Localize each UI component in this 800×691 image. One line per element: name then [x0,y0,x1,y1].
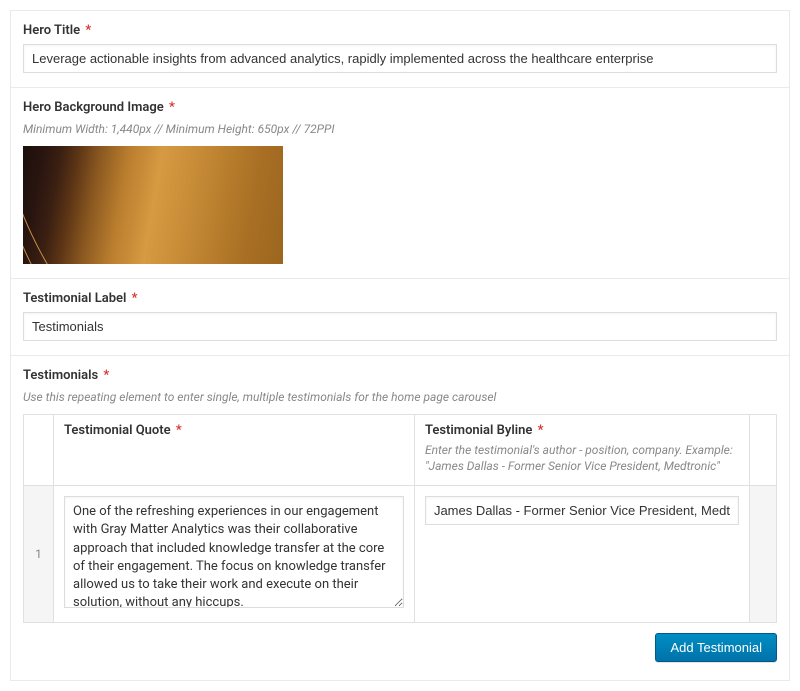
row-actions-handle[interactable] [750,486,776,622]
hero-bg-instructions: Minimum Width: 1,440px // Minimum Height… [23,121,777,138]
label-text: Testimonial Label [23,291,126,306]
col-quote-label: Testimonial Quote [64,423,171,438]
add-testimonial-button[interactable]: Add Testimonial [655,633,777,662]
col-byline-label: Testimonial Byline [425,423,532,438]
table-header: Testimonial Quote * Testimonial Byline *… [24,415,776,487]
required-marker: * [103,368,109,383]
col-byline-instructions: Enter the testimonial's author - positio… [425,442,739,476]
col-order [24,415,54,486]
field-hero-title: Hero Title * [10,10,790,88]
label-text: Hero Background Image [23,100,164,115]
testimonials-actions: Add Testimonial [23,623,777,666]
hero-bg-label: Hero Background Image * [23,100,777,115]
testimonial-label-input[interactable] [23,312,777,341]
hero-title-label: Hero Title * [23,23,777,38]
field-testimonial-label: Testimonial Label * [10,279,790,356]
testimonial-label-label: Testimonial Label * [23,291,777,306]
required-marker: * [85,23,91,38]
required-marker: * [132,291,138,306]
hero-title-input[interactable] [23,44,777,73]
row-order-number: 1 [35,547,42,561]
required-marker: * [538,423,544,438]
label-text: Hero Title [23,23,80,38]
field-testimonials: Testimonials * Use this repeating elemen… [10,356,790,681]
label-text: Testimonials [23,368,98,383]
testimonials-table: Testimonial Quote * Testimonial Byline *… [23,414,777,624]
col-quote-header: Testimonial Quote * [54,415,415,486]
col-actions [750,415,776,486]
row-order-handle[interactable]: 1 [24,486,54,622]
hero-bg-thumbnail[interactable] [23,146,283,264]
testimonial-byline-input[interactable] [425,496,739,525]
testimonials-instructions: Use this repeating element to enter sing… [23,389,777,406]
required-marker: * [169,100,175,115]
col-byline-header: Testimonial Byline * Enter the testimoni… [415,415,750,486]
table-row: 1 [24,486,776,622]
row-quote-cell [54,486,415,622]
testimonials-label: Testimonials * [23,368,777,383]
testimonial-quote-input[interactable] [64,496,404,608]
row-byline-cell [415,486,750,622]
required-marker: * [176,423,182,438]
field-hero-bg: Hero Background Image * Minimum Width: 1… [10,88,790,279]
